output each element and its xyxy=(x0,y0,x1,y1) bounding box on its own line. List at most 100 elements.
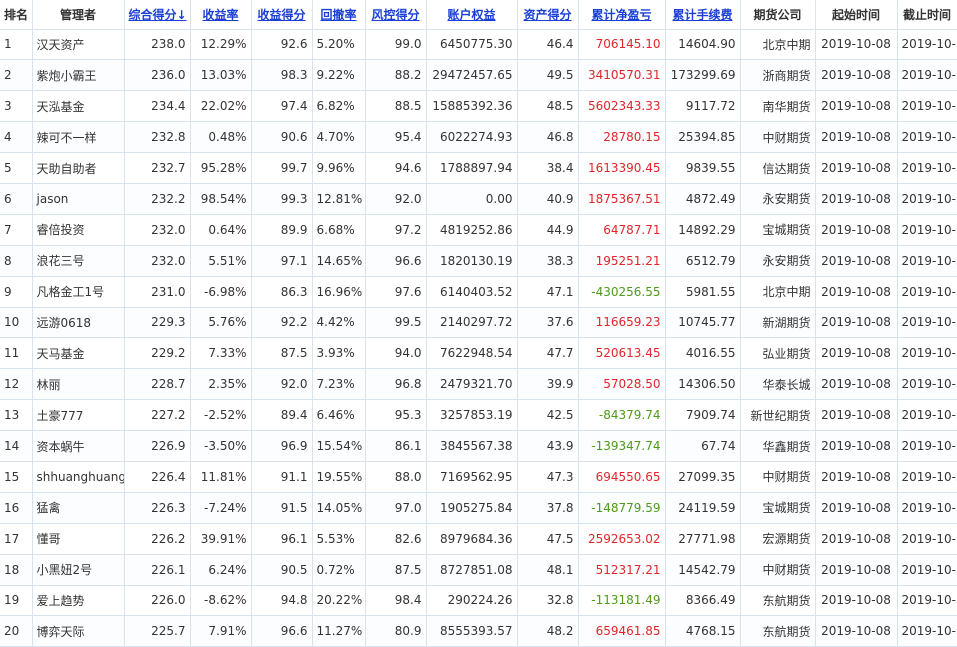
cell-total-score: 226.9 xyxy=(123,430,191,462)
table-row: 7 睿倍投资 232.0 0.64% 89.9 6.68% 97.2 4819252.86 44… xyxy=(0,213,957,246)
cell-return-score: 96.9 xyxy=(250,430,313,462)
table-row: 4 辣可不一样 232.8 0.48% 90.6 4.70% 95.4 6022274.93 4… xyxy=(0,121,957,154)
cell-asset-score: 37.6 xyxy=(516,306,579,339)
cell-broker: 弘业期货 xyxy=(739,337,816,370)
cell-risk-score: 94.6 xyxy=(364,152,427,184)
cell-fees: 67.74 xyxy=(664,430,741,462)
cell-rank: 11 xyxy=(0,337,33,370)
cell-start: 2019-10-08 xyxy=(814,553,898,586)
cell-start: 2019-10-08 xyxy=(814,244,898,277)
cell-fees: 14892.29 xyxy=(664,213,741,246)
column-header-equity[interactable]: 账户权益 xyxy=(425,0,518,30)
cell-return-score: 99.3 xyxy=(250,182,313,215)
table-row: 13 土豪777 227.2 -2.52% 89.4 6.46% 95.3 3257853.1… xyxy=(0,399,957,432)
cell-equity: 4819252.86 xyxy=(425,213,518,246)
column-header-drawdown[interactable]: 回撤率 xyxy=(311,0,366,30)
cell-manager: 紫炮小霸王 xyxy=(31,59,125,92)
cell-rank: 2 xyxy=(0,59,33,92)
cell-end: 2019-10-30 xyxy=(896,244,957,277)
cell-total-score: 232.2 xyxy=(123,182,191,215)
cell-fees: 10745.77 xyxy=(664,306,741,339)
table-row: 10 远游0618 229.3 5.76% 92.2 4.42% 99.5 2140297.7… xyxy=(0,306,957,339)
cell-rank: 4 xyxy=(0,121,33,154)
cell-rank: 14 xyxy=(0,430,33,462)
table-row: 1 汉天资产 238.0 12.29% 92.6 5.20% 99.0 6450775.30 4… xyxy=(0,28,957,61)
cell-broker: 永安期货 xyxy=(739,182,816,215)
cell-risk-score: 88.5 xyxy=(364,90,427,123)
cell-broker: 新湖期货 xyxy=(739,306,816,339)
cell-total-score: 234.4 xyxy=(123,90,191,123)
column-header-end: 截止时间 xyxy=(896,0,957,30)
cell-end: 2019-10-30 xyxy=(896,430,957,462)
cell-fees: 9839.55 xyxy=(664,152,741,184)
column-header-net-pl[interactable]: 累计净盈亏 xyxy=(577,0,666,30)
header-row: 排名 管理者 综合得分↓ 收益率 收益得分 回撤率 风控得分 账户权益 资产得分 累计净盈亏 累计手… xyxy=(0,0,957,30)
cell-return-rate: 12.29% xyxy=(189,28,252,61)
cell-equity: 1905275.84 xyxy=(425,491,518,524)
column-header-return-score[interactable]: 收益得分 xyxy=(250,0,313,30)
cell-start: 2019-10-08 xyxy=(814,306,898,339)
table-row: 19 爱上趋势 226.0 -8.62% 94.8 20.22% 98.4 290224.26… xyxy=(0,584,957,617)
cell-end: 2019-10-30 xyxy=(896,337,957,370)
cell-net-pl: -113181.49 xyxy=(577,584,666,617)
cell-net-pl: -139347.74 xyxy=(577,430,666,462)
column-header-fees[interactable]: 累计手续费 xyxy=(664,0,741,30)
cell-risk-score: 86.1 xyxy=(364,430,427,462)
cell-start: 2019-10-08 xyxy=(814,399,898,432)
cell-end: 2019-10-30 xyxy=(896,368,957,401)
cell-total-score: 232.0 xyxy=(123,213,191,246)
column-header-total-score[interactable]: 综合得分↓ xyxy=(123,0,191,30)
cell-broker: 宝城期货 xyxy=(739,491,816,524)
cell-risk-score: 88.0 xyxy=(364,460,427,493)
cell-total-score: 236.0 xyxy=(123,59,191,92)
cell-risk-score: 95.3 xyxy=(364,399,427,432)
cell-return-score: 86.3 xyxy=(250,275,313,308)
table-row: 16 猛禽 226.3 -7.24% 91.5 14.05% 97.0 1905275.84 3… xyxy=(0,491,957,524)
cell-net-pl: 1875367.51 xyxy=(577,182,666,215)
cell-drawdown: 12.81% xyxy=(311,182,366,215)
ranking-table: 排名 管理者 综合得分↓ 收益率 收益得分 回撤率 风控得分 账户权益 资产得分 累计净盈亏 累计手… xyxy=(0,0,957,647)
cell-manager: 爱上趋势 xyxy=(31,584,125,617)
cell-risk-score: 99.0 xyxy=(364,28,427,61)
cell-end: 2019-10-30 xyxy=(896,306,957,339)
column-header-return-rate[interactable]: 收益率 xyxy=(189,0,252,30)
cell-equity: 6140403.52 xyxy=(425,275,518,308)
cell-drawdown: 9.96% xyxy=(311,152,366,184)
cell-return-score: 89.4 xyxy=(250,399,313,432)
cell-manager: 资本蜗牛 xyxy=(31,430,125,462)
cell-broker: 中财期货 xyxy=(739,553,816,586)
cell-drawdown: 6.46% xyxy=(311,399,366,432)
column-header-risk-score[interactable]: 风控得分 xyxy=(364,0,427,30)
cell-net-pl: 195251.21 xyxy=(577,244,666,277)
cell-broker: 北京中期 xyxy=(739,28,816,61)
cell-return-rate: 5.76% xyxy=(189,306,252,339)
cell-fees: 14542.79 xyxy=(664,553,741,586)
cell-manager: 猛禽 xyxy=(31,491,125,524)
cell-drawdown: 6.82% xyxy=(311,90,366,123)
table-row: 11 天马基金 229.2 7.33% 87.5 3.93% 94.0 7622948.54 4… xyxy=(0,337,957,370)
cell-start: 2019-10-08 xyxy=(814,522,898,555)
cell-fees: 7909.74 xyxy=(664,399,741,432)
cell-drawdown: 0.72% xyxy=(311,553,366,586)
cell-fees: 173299.69 xyxy=(664,59,741,92)
cell-manager: 小黑妞2号 xyxy=(31,553,125,586)
cell-broker: 永安期货 xyxy=(739,244,816,277)
cell-equity: 7169562.95 xyxy=(425,460,518,493)
cell-start: 2019-10-08 xyxy=(814,584,898,617)
cell-manager: 浪花三号 xyxy=(31,244,125,277)
cell-net-pl: -84379.74 xyxy=(577,399,666,432)
cell-return-rate: 0.48% xyxy=(189,121,252,154)
cell-rank: 16 xyxy=(0,491,33,524)
cell-equity: 290224.26 xyxy=(425,584,518,617)
cell-rank: 18 xyxy=(0,553,33,586)
table-row: 6 jason 232.2 98.54% 99.3 12.81% 92.0 0.00 40.9 1… xyxy=(0,182,957,215)
cell-end: 2019-10-30 xyxy=(896,275,957,308)
table-row: 17 懂哥 226.2 39.91% 96.1 5.53% 82.6 8979684.36 47… xyxy=(0,522,957,555)
cell-equity: 8979684.36 xyxy=(425,522,518,555)
cell-net-pl: 28780.15 xyxy=(577,121,666,154)
column-header-asset-score[interactable]: 资产得分 xyxy=(516,0,579,30)
cell-start: 2019-10-08 xyxy=(814,491,898,524)
cell-manager: 睿倍投资 xyxy=(31,213,125,246)
cell-broker: 中财期货 xyxy=(739,460,816,493)
cell-asset-score: 38.3 xyxy=(516,244,579,277)
